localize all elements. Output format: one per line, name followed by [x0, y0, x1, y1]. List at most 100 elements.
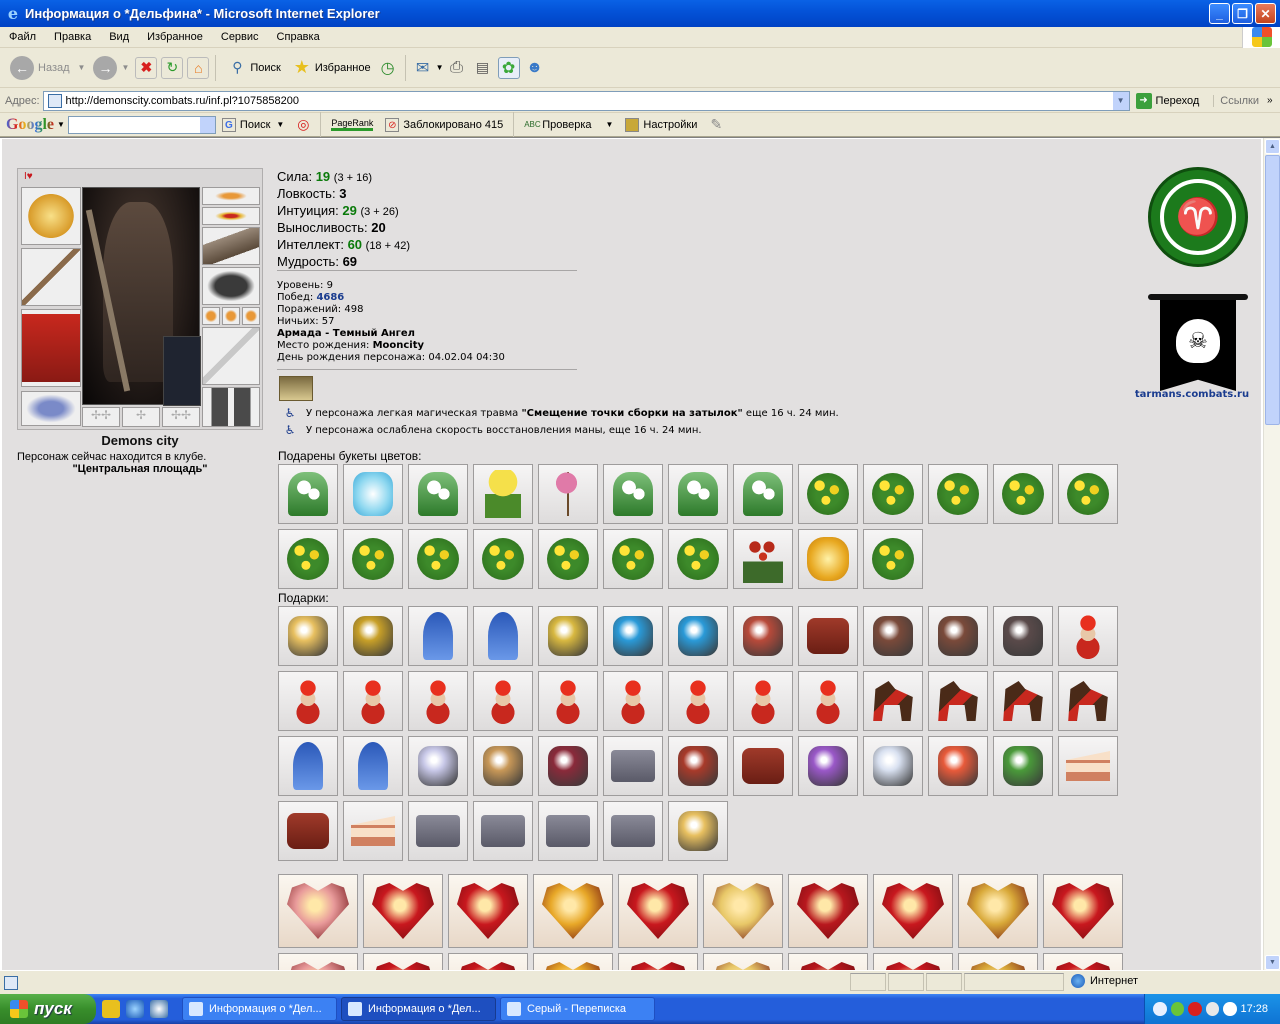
clan-emblem[interactable]: ♈ — [1148, 167, 1248, 267]
refresh-icon[interactable]: ↻ — [161, 56, 184, 79]
valentine-card[interactable] — [1043, 874, 1123, 948]
valentine-card[interactable] — [618, 953, 698, 970]
empty-slot[interactable]: ✢✢ — [162, 407, 200, 427]
pet-image[interactable] — [163, 336, 201, 406]
gift-item[interactable] — [473, 736, 533, 796]
favorites-button[interactable]: ★ Избранное — [285, 52, 375, 84]
trauma-icon[interactable] — [279, 376, 313, 401]
flower-bouquet[interactable] — [733, 529, 793, 589]
valentine-card[interactable] — [788, 953, 868, 970]
flower-bouquet[interactable] — [603, 464, 663, 524]
network-icon[interactable] — [1205, 1002, 1219, 1016]
flower-bouquet[interactable] — [863, 464, 923, 524]
gift-item[interactable] — [668, 736, 728, 796]
gift-item[interactable] — [408, 801, 468, 861]
amulet-slot[interactable] — [202, 207, 260, 225]
effect-icon[interactable]: ♿ — [282, 405, 298, 421]
gift-item[interactable] — [668, 671, 728, 731]
gift-item[interactable] — [473, 801, 533, 861]
flower-bouquet[interactable] — [538, 464, 598, 524]
gift-item[interactable] — [343, 671, 403, 731]
gift-item[interactable] — [798, 736, 858, 796]
gift-item[interactable] — [733, 671, 793, 731]
pencil-icon[interactable]: ✎ — [705, 114, 727, 136]
scroll-up-icon[interactable]: ▲ — [1265, 139, 1280, 154]
stop-icon[interactable]: ✖ — [135, 56, 158, 79]
task-chat[interactable]: Серый - Переписка — [500, 997, 655, 1021]
volume-icon[interactable] — [1223, 1002, 1237, 1016]
flower-bouquet[interactable] — [733, 464, 793, 524]
valentine-card[interactable] — [958, 874, 1038, 948]
links-button[interactable]: Ссылки — [1213, 94, 1259, 107]
gift-item[interactable] — [668, 606, 728, 666]
home-icon[interactable]: ⌂ — [187, 56, 210, 79]
minimize-button[interactable]: _ — [1209, 3, 1230, 24]
popup-blocker[interactable]: ⊘ Заблокировано 415 — [379, 117, 509, 132]
flower-bouquet[interactable] — [278, 464, 338, 524]
gift-item[interactable] — [278, 801, 338, 861]
gift-item[interactable] — [408, 606, 468, 666]
gift-item[interactable] — [733, 606, 793, 666]
armor-slot[interactable] — [21, 309, 81, 387]
valentine-card[interactable] — [278, 874, 358, 948]
valentine-card[interactable] — [873, 953, 953, 970]
forward-dropdown-icon[interactable]: ▼ — [121, 63, 129, 72]
gloves-slot[interactable] — [202, 267, 260, 305]
task-ie-1[interactable]: Информация о *Дел... — [182, 997, 337, 1021]
gift-item[interactable] — [538, 736, 598, 796]
gift-item[interactable] — [928, 606, 988, 666]
flower-bouquet[interactable] — [408, 529, 468, 589]
forward-button[interactable]: → ▼ — [89, 52, 133, 84]
close-button[interactable]: ✕ — [1255, 3, 1276, 24]
gift-item[interactable] — [928, 671, 988, 731]
google-logo[interactable]: Google — [0, 116, 57, 134]
vertical-scrollbar[interactable]: ▲ ▼ — [1263, 138, 1280, 970]
menu-favorites[interactable]: Избранное — [138, 31, 212, 43]
gift-item[interactable] — [798, 606, 858, 666]
valentine-card[interactable] — [448, 953, 528, 970]
flower-bouquet[interactable] — [603, 529, 663, 589]
valentine-card[interactable] — [703, 953, 783, 970]
gift-item[interactable] — [603, 606, 663, 666]
tray-expand-icon[interactable] — [1153, 1002, 1167, 1016]
empty-slot[interactable]: ✢✢ — [82, 407, 120, 427]
print-icon[interactable]: ⎙ — [446, 57, 468, 79]
tray-icon[interactable] — [1188, 1002, 1202, 1016]
valentine-card[interactable] — [533, 874, 613, 948]
valentine-card[interactable] — [278, 953, 358, 970]
scroll-thumb[interactable] — [1265, 155, 1280, 425]
gift-item[interactable] — [538, 801, 598, 861]
flower-bouquet[interactable] — [798, 529, 858, 589]
google-search-button[interactable]: G Поиск ▼ — [216, 117, 290, 132]
weapon-slot[interactable] — [21, 248, 81, 306]
edit-icon[interactable]: ▤ — [472, 57, 494, 79]
flower-bouquet[interactable] — [538, 529, 598, 589]
heart-icon[interactable]: I♥ — [24, 171, 33, 182]
google-extra-icon[interactable]: ◎ — [292, 114, 314, 136]
gift-item[interactable] — [863, 736, 923, 796]
media-player-icon[interactable] — [150, 1000, 168, 1018]
google-menu-icon[interactable]: ▼ — [57, 120, 65, 129]
task-ie-2[interactable]: Информация о *Дел... — [341, 997, 496, 1021]
history-icon[interactable]: ◷ — [377, 57, 399, 79]
scroll-down-icon[interactable]: ▼ — [1265, 955, 1280, 970]
boots-slot[interactable] — [202, 387, 260, 427]
valentine-card[interactable] — [703, 874, 783, 948]
gift-item[interactable] — [278, 736, 338, 796]
maximize-button[interactable]: ❐ — [1232, 3, 1253, 24]
gift-item[interactable] — [473, 606, 533, 666]
valentine-card[interactable] — [873, 874, 953, 948]
gift-item[interactable] — [343, 606, 403, 666]
character-avatar[interactable] — [82, 187, 201, 406]
icq-tray-icon[interactable] — [1170, 1002, 1184, 1016]
flower-bouquet[interactable] — [1058, 464, 1118, 524]
address-dropdown-icon[interactable]: ▼ — [1112, 91, 1129, 110]
gift-item[interactable] — [538, 606, 598, 666]
search-button[interactable]: ⚲ Поиск — [220, 52, 284, 84]
quicklaunch-icon[interactable] — [102, 1000, 120, 1018]
gift-item[interactable] — [863, 671, 923, 731]
flower-bouquet[interactable] — [928, 464, 988, 524]
valentine-card[interactable] — [1043, 953, 1123, 970]
menu-edit[interactable]: Правка — [45, 31, 100, 43]
clan-banner[interactable]: ☠ — [1148, 291, 1248, 391]
